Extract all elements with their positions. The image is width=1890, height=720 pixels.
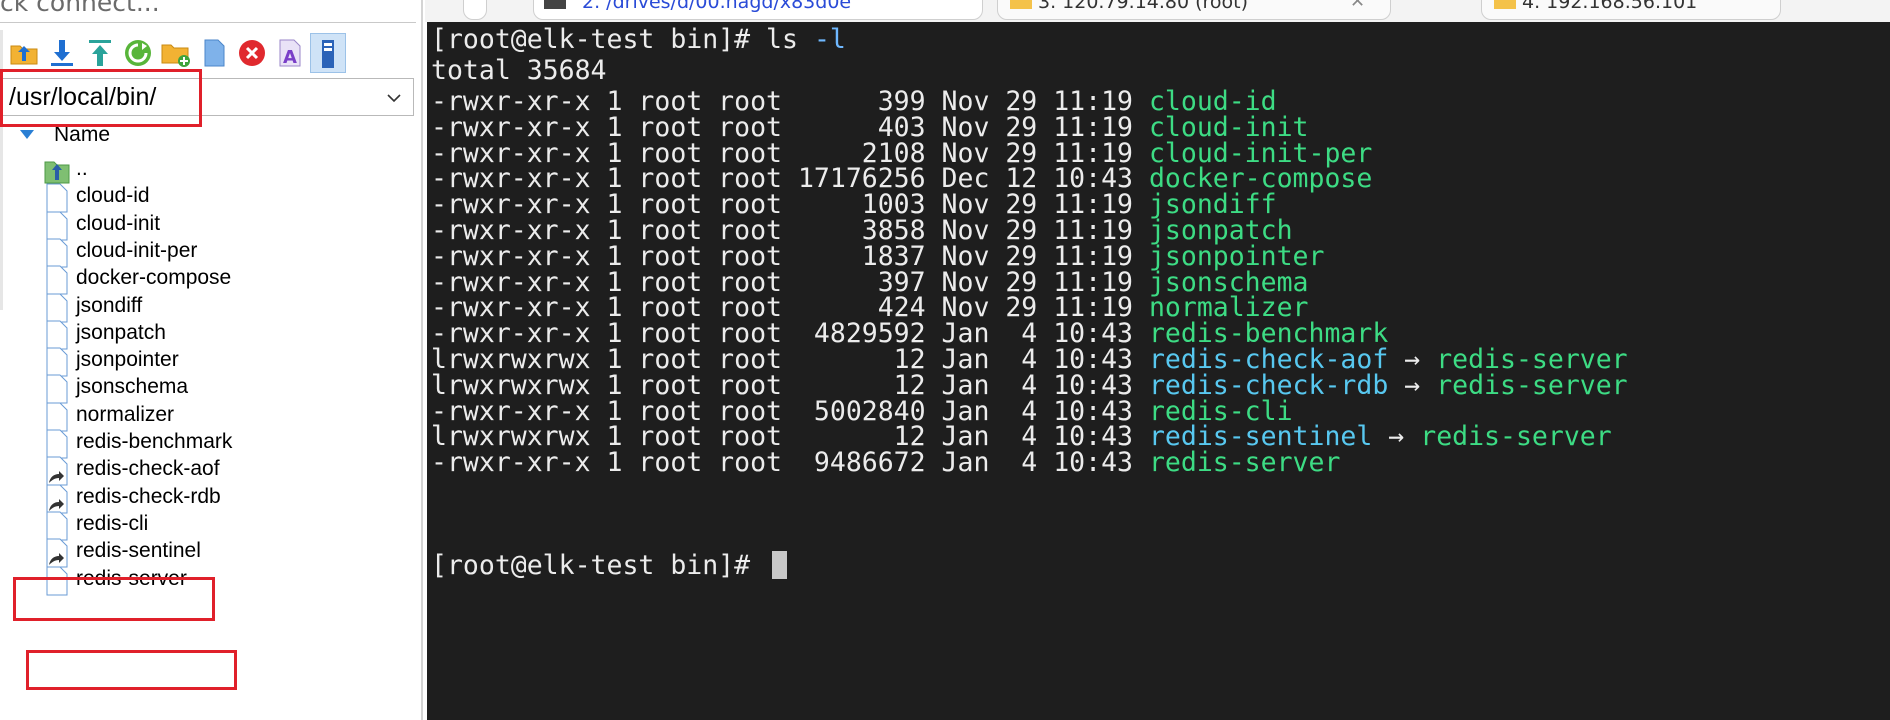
wrench-icon: [1494, 0, 1516, 9]
quick-connect-bar[interactable]: ck connect...: [0, 0, 416, 23]
rename-button[interactable]: A: [272, 33, 308, 73]
tab-session-3[interactable]: 3. 120.79.14.80 (root) ✕: [997, 0, 1391, 20]
tab-session-4[interactable]: 4. 192.168.56.101: [1481, 0, 1781, 20]
command-flag: -l: [813, 24, 846, 55]
upload-button[interactable]: [82, 33, 118, 73]
file-name: redis-check-aof: [76, 457, 220, 481]
refresh-icon: [125, 40, 151, 66]
delete-icon: [239, 40, 265, 66]
file-name: cloud-id: [76, 184, 150, 208]
file-name: jsondiff: [76, 293, 143, 317]
total-line: total 35684: [431, 55, 607, 86]
sort-descending-icon: [20, 130, 34, 139]
highlight-box-redis-cli: [13, 577, 215, 621]
download-icon: [51, 40, 73, 66]
sync-browser-button[interactable]: [310, 33, 346, 73]
symlink-target: redis-server: [1420, 421, 1612, 453]
file-name: cloud-init-per: [76, 238, 198, 262]
executable-name: redis-server: [1148, 447, 1341, 479]
svg-text:A: A: [283, 47, 297, 68]
wrench-icon: [1010, 0, 1032, 9]
upload-icon: [89, 40, 111, 66]
file-metadata: -rwxr-xr-x 1 root root 9486672 Jan 4 10:…: [431, 447, 1149, 479]
refresh-button[interactable]: [120, 33, 156, 73]
terminal-icon: [544, 0, 566, 9]
file-name: redis-cli: [76, 511, 149, 535]
file-name: normalizer: [76, 402, 175, 426]
prompt: [root@elk-test bin]#: [431, 550, 767, 581]
symlink-arrow: →: [1388, 421, 1405, 453]
file-name: jsonpointer: [76, 348, 179, 372]
symlink-target: redis-server: [1436, 369, 1628, 401]
command: ls: [766, 24, 798, 55]
command-line: [root@elk-test bin]# ls -l: [431, 24, 846, 55]
highlight-box-path: [0, 69, 202, 127]
file-name: docker-compose: [76, 266, 232, 290]
file-name: jsonpatch: [76, 320, 166, 344]
new-folder-button[interactable]: [158, 33, 194, 73]
file-name: cloud-init: [76, 211, 161, 235]
file-browser-pane: ck connect... A /usr/local/bin/ Name .. …: [0, 0, 423, 720]
terminal-console[interactable]: [root@elk-test bin]# ls -l total 35684 -…: [427, 22, 1890, 720]
close-icon[interactable]: ✕: [1350, 0, 1365, 12]
delete-button[interactable]: [234, 33, 270, 73]
file-name: ..: [76, 157, 88, 180]
tab-home-partial[interactable]: [463, 0, 487, 20]
tab-label: 4. 192.168.56.101: [1522, 0, 1698, 13]
sync-icon: [322, 40, 334, 68]
file-name: redis-benchmark: [76, 430, 233, 453]
session-tab-strip: 2. /drives/d/00.nagd/x83d0e 3. 120.79.14…: [425, 0, 1890, 22]
symlink-arrow: →: [1404, 369, 1421, 401]
tab-label: 2. /drives/d/00.nagd/x83d0e: [582, 0, 852, 13]
tab-label: 3. 120.79.14.80 (root): [1038, 0, 1249, 13]
rename-icon: A: [279, 39, 301, 68]
download-button[interactable]: [44, 33, 80, 73]
file-name: redis-check-rdb: [76, 484, 221, 508]
quick-connect-text: ck connect...: [0, 0, 160, 17]
new-file-button[interactable]: [196, 33, 232, 73]
new-folder-icon: [161, 44, 190, 67]
chevron-down-icon[interactable]: [385, 89, 403, 107]
file-name: redis-sentinel: [76, 539, 201, 563]
parent-dir-button[interactable]: [6, 33, 42, 73]
tab-session-2[interactable]: 2. /drives/d/00.nagd/x83d0e: [533, 0, 983, 20]
prompt-line: [root@elk-test bin]#: [431, 550, 788, 581]
parent-dir-icon: [10, 45, 38, 65]
highlight-box-redis-server: [26, 650, 237, 690]
new-file-icon: [204, 39, 225, 67]
listing-line: -rwxr-xr-x 1 root root 9486672 Jan 4 10:…: [431, 447, 1340, 478]
cursor: [772, 551, 788, 579]
prompt: [root@elk-test bin]#: [431, 24, 767, 55]
file-name: jsonschema: [76, 375, 189, 399]
